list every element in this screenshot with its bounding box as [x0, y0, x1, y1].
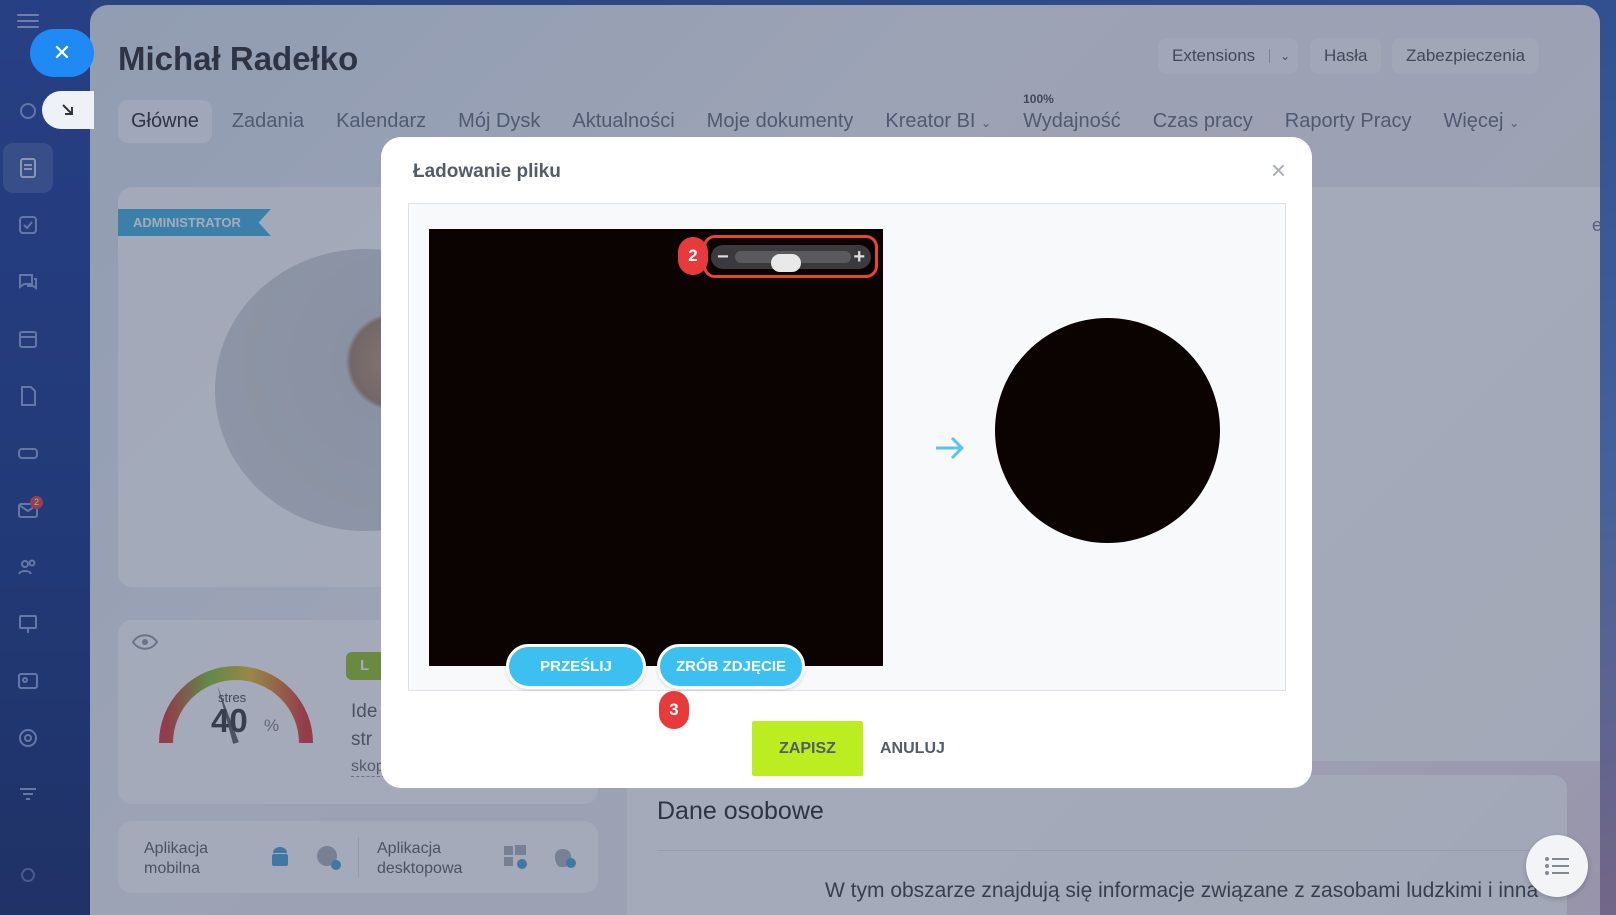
list-menu-button[interactable]: [1526, 835, 1588, 897]
collapse-panel-button[interactable]: [42, 91, 94, 129]
avatar-preview: [995, 318, 1220, 543]
zoom-track[interactable]: [735, 251, 851, 272]
zoom-in-icon[interactable]: +: [853, 245, 865, 269]
zoom-handle[interactable]: [771, 254, 802, 272]
cancel-button[interactable]: ANULUJ: [880, 721, 945, 776]
arrow-down-right-icon: [62, 104, 73, 115]
camera-preview[interactable]: − + 2: [429, 229, 883, 666]
dialog-title: Ładowanie pliku: [413, 161, 561, 182]
upload-button[interactable]: PRZEŚLIJ: [506, 644, 646, 689]
step-badge: 3: [659, 691, 689, 729]
step-badge: 2: [678, 237, 708, 275]
close-slider-button[interactable]: ✕: [30, 29, 94, 77]
zoom-slider[interactable]: − +: [711, 245, 871, 272]
file-upload-dialog: Ładowanie pliku × − + 2 PRZEŚLIJ ZRÓB ZD…: [381, 137, 1312, 788]
list-icon: [1545, 857, 1569, 875]
close-icon[interactable]: ×: [1271, 155, 1286, 186]
zoom-highlight: − +: [703, 235, 878, 278]
take-photo-button[interactable]: ZRÓB ZDJĘCIE: [657, 644, 805, 689]
arrow-right-icon: [936, 436, 965, 460]
zoom-out-icon[interactable]: −: [717, 245, 729, 269]
dialog-body: − + 2 PRZEŚLIJ ZRÓB ZDJĘCIE 3: [408, 203, 1286, 729]
save-button[interactable]: ZAPISZ: [752, 721, 863, 776]
